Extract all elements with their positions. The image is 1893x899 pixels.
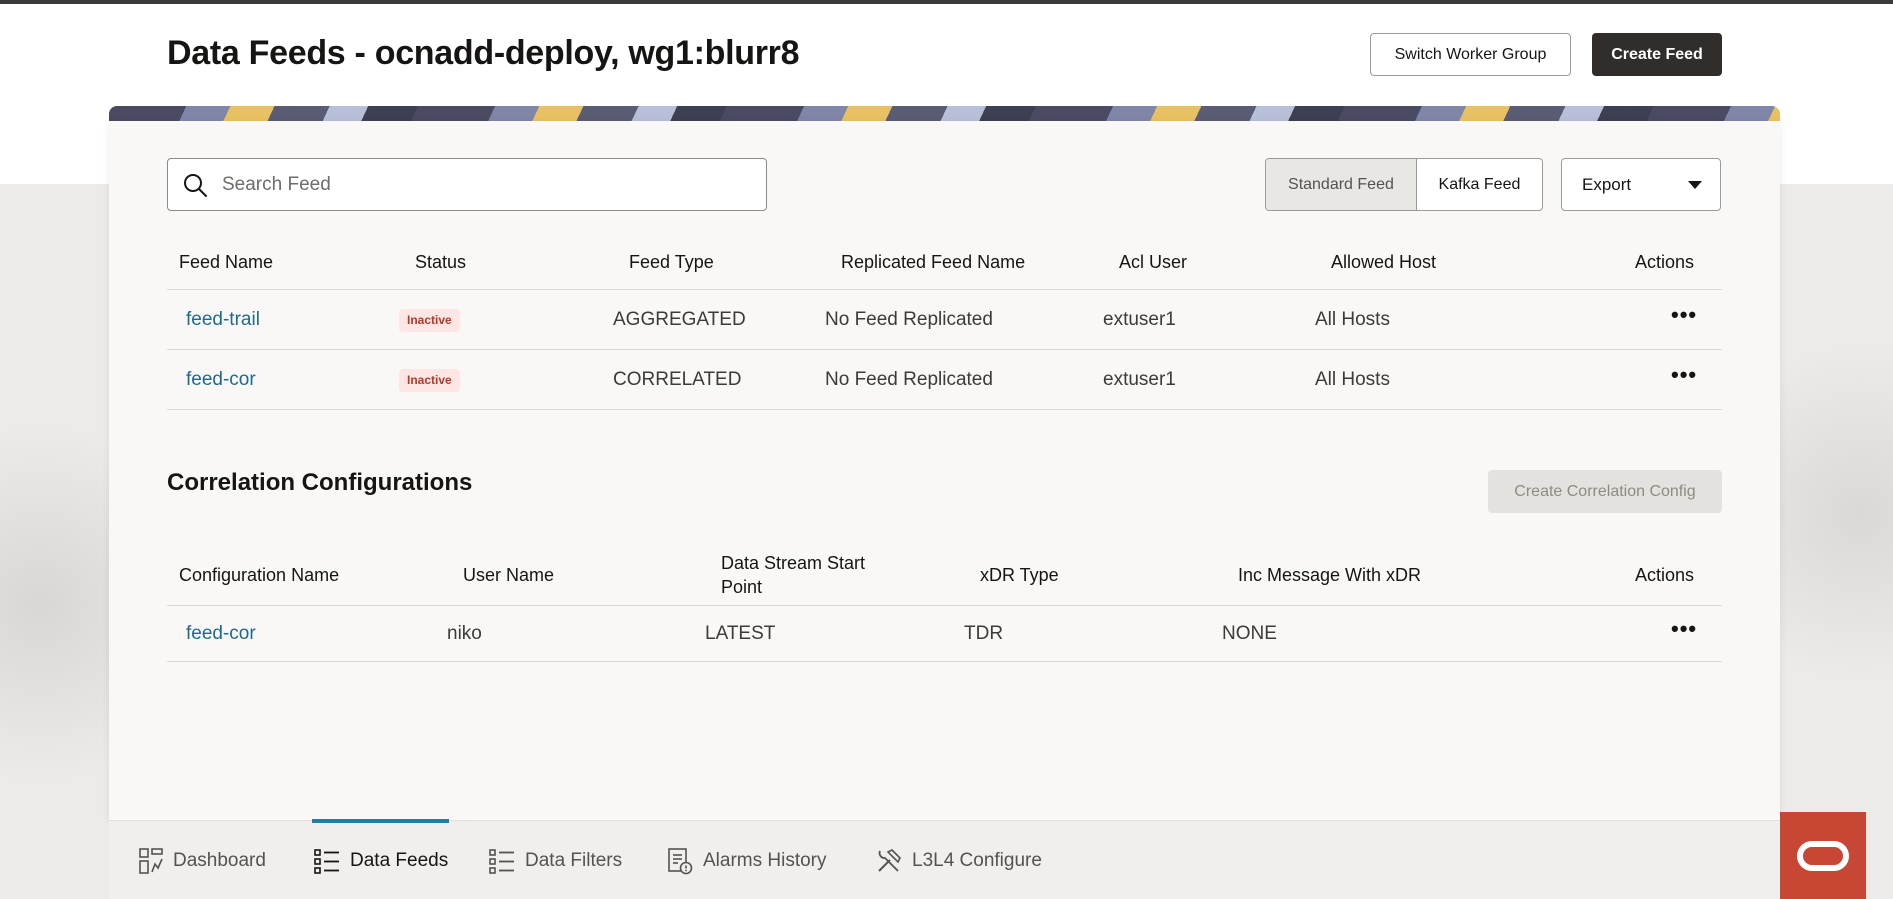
nav-item-l3l4-configure[interactable]: L3L4 Configure: [876, 821, 1042, 899]
list-icon: [489, 848, 514, 874]
nav-label: Data Filters: [525, 849, 623, 871]
column-header: Feed Name: [179, 252, 274, 272]
correlation-table: Configuration Name User Name Data Stream…: [167, 546, 1722, 662]
list-icon: [314, 848, 339, 874]
column-header: Replicated Feed Name: [841, 252, 1026, 272]
nav-item-data-feeds[interactable]: Data Feeds: [314, 821, 448, 899]
xdr-type-cell: TDR: [964, 623, 1004, 644]
column-header: Feed Type: [629, 252, 714, 272]
column-header: xDR Type: [980, 565, 1059, 585]
section-title: Correlation Configurations: [167, 469, 473, 496]
more-actions-icon[interactable]: •••: [1671, 285, 1697, 345]
acl-user-cell: extuser1: [1103, 369, 1176, 390]
feed-type-cell: CORRELATED: [613, 369, 742, 390]
replicated-feed-cell: No Feed Replicated: [825, 369, 993, 390]
table-row: feed-cor Inactive CORRELATED No Feed Rep…: [167, 350, 1722, 410]
nav-item-data-filters[interactable]: Data Filters: [489, 821, 622, 899]
switch-worker-group-button[interactable]: Switch Worker Group: [1370, 33, 1571, 76]
table-row: feed-trail Inactive AGGREGATED No Feed R…: [167, 290, 1722, 350]
standard-feed-option[interactable]: Standard Feed: [1266, 159, 1417, 210]
search-field[interactable]: [167, 158, 767, 211]
column-header: Status: [415, 252, 467, 272]
status-badge: Inactive: [399, 308, 460, 332]
column-header: Data Stream Start Point: [721, 553, 866, 597]
allowed-host-cell: All Hosts: [1315, 369, 1390, 390]
nav-item-dashboard[interactable]: Dashboard: [139, 821, 266, 899]
status-badge: Inactive: [399, 368, 460, 392]
feeds-table: Feed Name Status Feed Type Replicated Fe…: [167, 234, 1722, 410]
column-header: User Name: [463, 565, 555, 585]
allowed-host-cell: All Hosts: [1315, 309, 1390, 330]
bottom-navigation: Dashboard Data Feeds Data Filters Alarms…: [109, 819, 1780, 899]
feed-name-link[interactable]: feed-cor: [186, 350, 256, 410]
correlation-table-header: Configuration Name User Name Data Stream…: [167, 546, 1722, 606]
nav-label: Data Feeds: [350, 849, 449, 871]
caret-down-icon: [1688, 180, 1702, 189]
user-name-cell: niko: [447, 623, 482, 644]
feed-type-cell: AGGREGATED: [613, 309, 746, 330]
replicated-feed-cell: No Feed Replicated: [825, 309, 993, 330]
kafka-feed-option[interactable]: Kafka Feed: [1417, 159, 1542, 210]
feed-type-toggle: Standard Feed Kafka Feed: [1265, 158, 1543, 211]
dashboard-icon: [139, 847, 163, 874]
create-feed-button[interactable]: Create Feed: [1592, 33, 1722, 76]
acl-user-cell: extuser1: [1103, 309, 1176, 330]
config-name-link[interactable]: feed-cor: [186, 606, 256, 662]
oracle-logo-button[interactable]: [1780, 812, 1866, 899]
start-point-cell: LATEST: [705, 623, 776, 644]
feed-name-link[interactable]: feed-trail: [186, 290, 260, 350]
nav-label: Dashboard: [173, 849, 266, 871]
more-actions-icon[interactable]: •••: [1671, 601, 1697, 657]
page-title: Data Feeds - ocnadd-deploy, wg1:blurr8: [167, 34, 800, 72]
nav-label: L3L4 Configure: [912, 849, 1042, 871]
tools-icon: [878, 848, 901, 872]
export-dropdown[interactable]: Export: [1561, 158, 1721, 211]
oracle-logo-icon: [1797, 840, 1849, 871]
more-actions-icon[interactable]: •••: [1671, 345, 1697, 405]
nav-item-alarms-history[interactable]: Alarms History: [667, 821, 827, 899]
inc-message-cell: NONE: [1222, 623, 1277, 644]
alarm-history-icon: [668, 847, 693, 874]
nav-label: Alarms History: [703, 849, 827, 871]
column-header: Actions: [1635, 252, 1695, 272]
column-header: Inc Message With xDR: [1238, 565, 1422, 585]
column-header: Allowed Host: [1331, 252, 1437, 272]
table-row: feed-cor niko LATEST TDR NONE •••: [167, 606, 1722, 662]
main-card: Standard Feed Kafka Feed Export Feed Nam…: [109, 121, 1780, 820]
decorative-banner: [109, 106, 1780, 121]
search-icon: [184, 173, 207, 197]
column-header: Configuration Name: [179, 565, 340, 585]
feeds-table-header: Feed Name Status Feed Type Replicated Fe…: [167, 234, 1722, 290]
column-header: Actions: [1635, 565, 1695, 585]
column-header: Acl User: [1119, 252, 1188, 272]
create-correlation-config-button[interactable]: Create Correlation Config: [1488, 470, 1722, 513]
export-label: Export: [1582, 174, 1632, 194]
search-input[interactable]: [222, 173, 742, 196]
